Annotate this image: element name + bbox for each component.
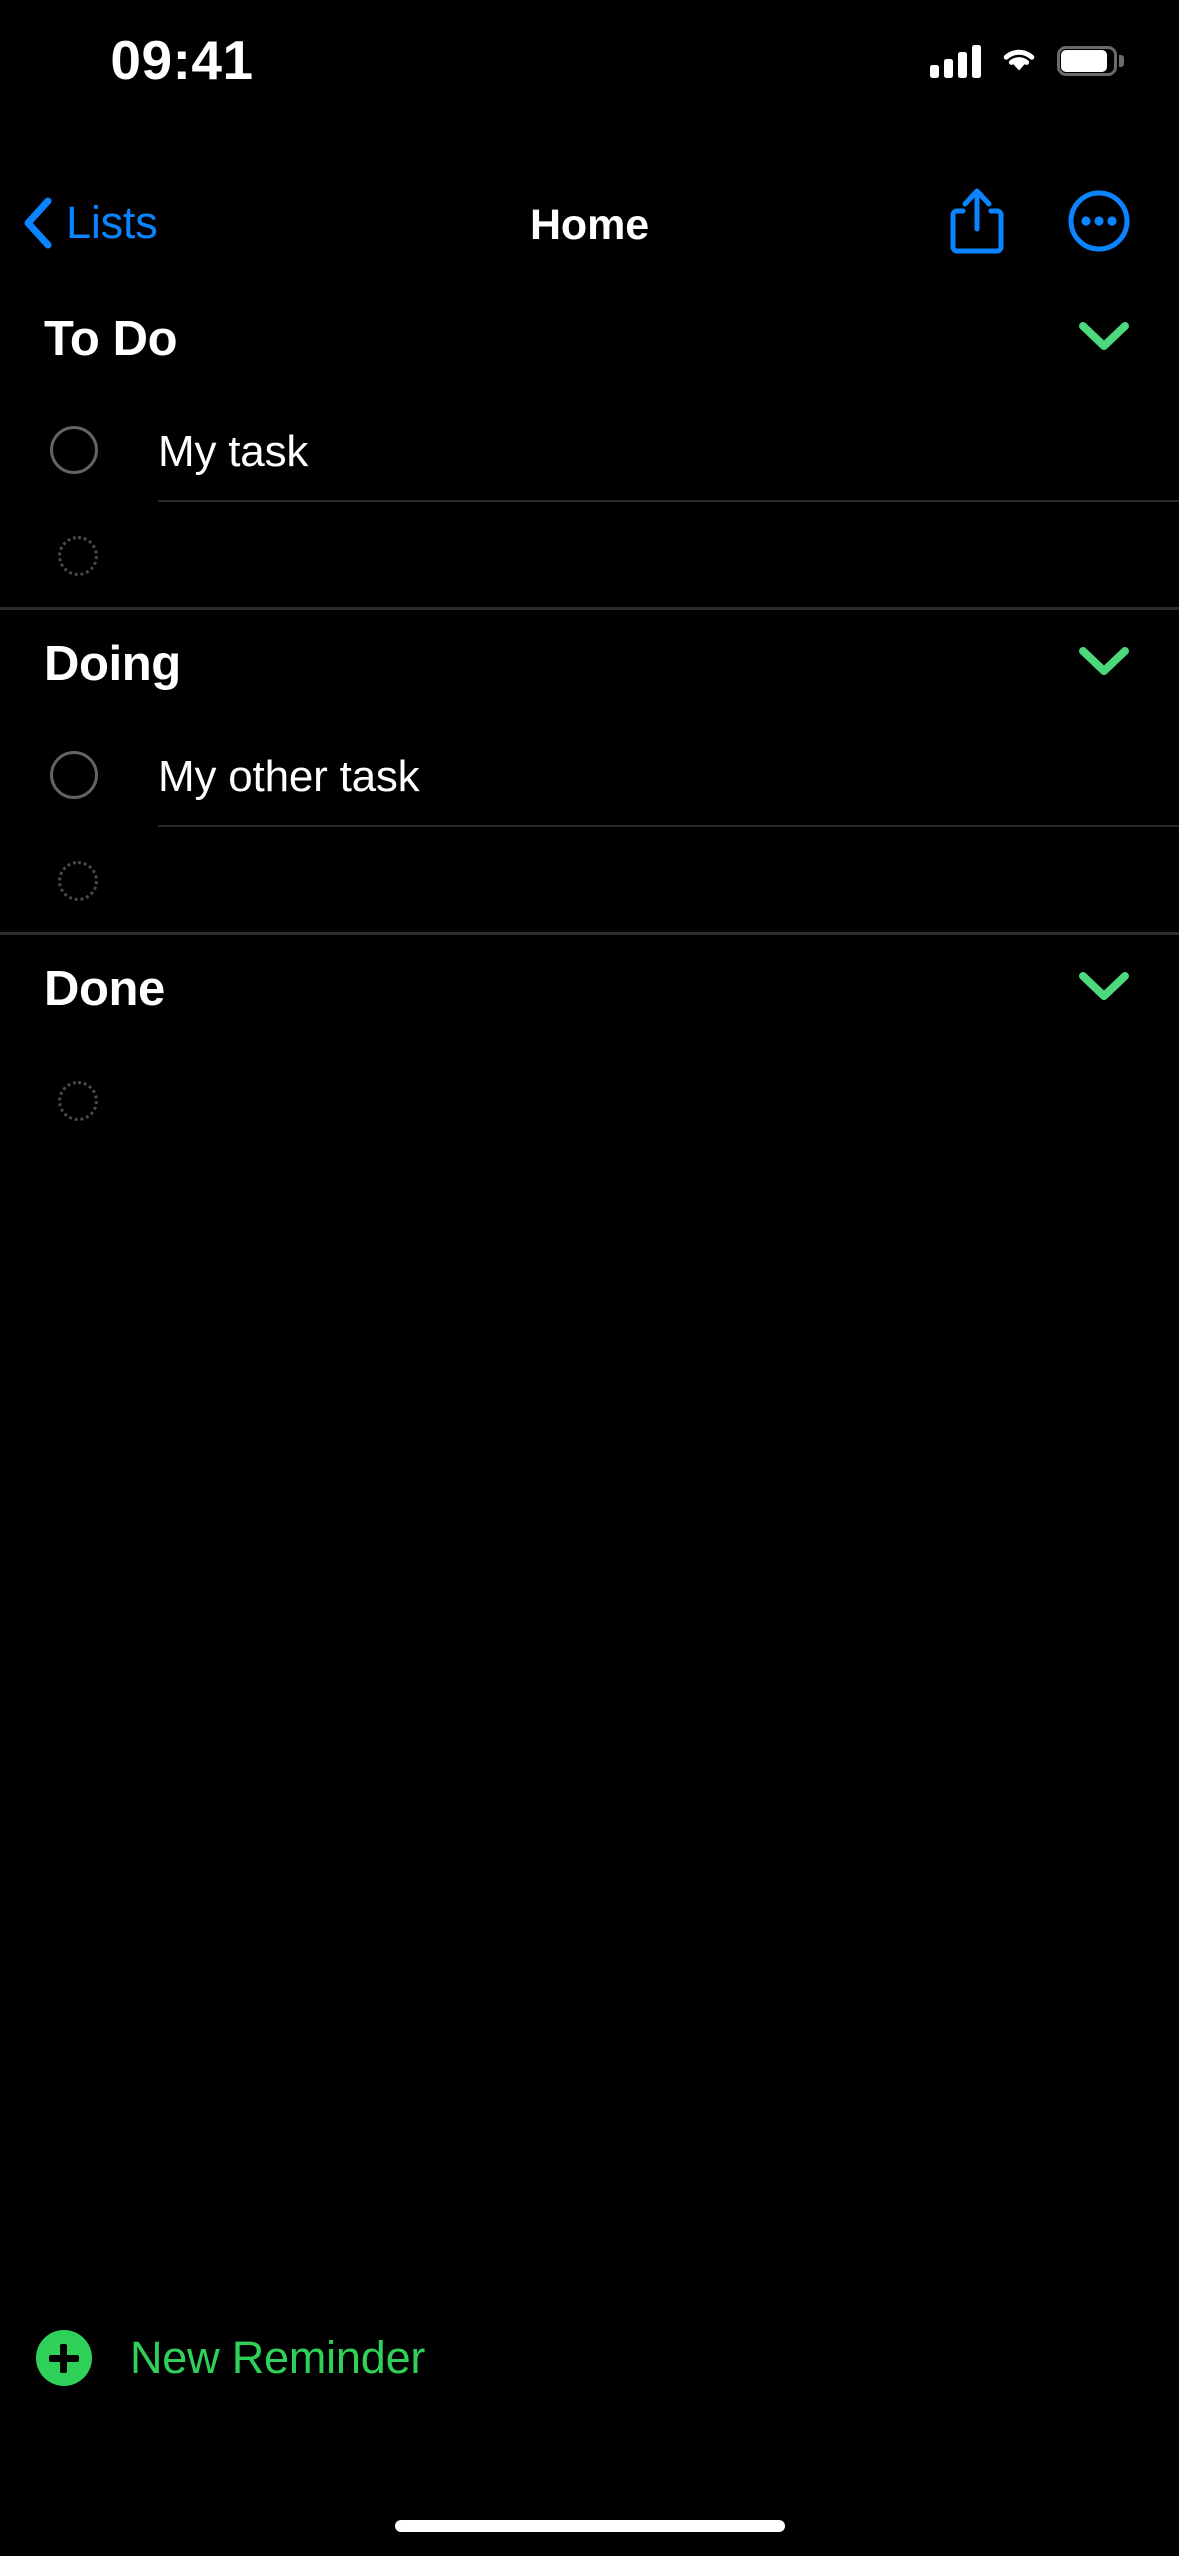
section-title: Doing <box>44 637 181 691</box>
new-reminder-placeholder-row[interactable] <box>0 827 1179 932</box>
plus-circle-icon <box>36 2330 92 2386</box>
home-indicator[interactable] <box>394 2520 785 2532</box>
battery-icon <box>1057 45 1124 76</box>
reminders-list: To Do My task Doing My other task Done <box>0 285 1179 1152</box>
new-reminder-button[interactable]: New Reminder <box>36 2330 425 2386</box>
status-bar: 09:41 <box>0 0 1179 140</box>
reminder-title: My other task <box>158 752 420 801</box>
reminder-title: My task <box>158 427 309 476</box>
section-doing: Doing My other task <box>0 610 1179 932</box>
cellular-signal-icon <box>930 44 981 78</box>
section-title: To Do <box>44 312 178 366</box>
section-done: Done <box>0 935 1179 1152</box>
nav-actions <box>949 187 1131 260</box>
navigation-bar: Lists Home <box>0 175 1179 285</box>
circle-outline-icon[interactable] <box>50 426 98 474</box>
status-bar-indicators <box>930 42 1124 79</box>
dotted-circle-icon[interactable] <box>58 536 98 576</box>
chevron-down-icon[interactable] <box>1077 644 1131 683</box>
wifi-icon <box>998 42 1040 79</box>
dotted-circle-icon[interactable] <box>58 861 98 901</box>
chevron-down-icon[interactable] <box>1077 319 1131 358</box>
circle-outline-icon[interactable] <box>50 751 98 799</box>
share-icon[interactable] <box>949 187 1005 260</box>
new-reminder-label: New Reminder <box>130 2332 426 2383</box>
reminder-row[interactable]: My task <box>0 397 1179 502</box>
section-header[interactable]: To Do <box>0 285 1179 397</box>
section-to-do: To Do My task <box>0 285 1179 607</box>
ellipsis-circle-icon[interactable] <box>1067 189 1131 258</box>
section-header[interactable]: Doing <box>0 610 1179 722</box>
new-reminder-placeholder-row[interactable] <box>0 502 1179 607</box>
new-reminder-placeholder-row[interactable] <box>0 1047 1179 1152</box>
reminder-row[interactable]: My other task <box>0 722 1179 827</box>
reminders-screen: 09:41 Lists Home To Do My task Doing My … <box>0 0 1179 2556</box>
status-bar-time: 09:41 <box>110 29 254 91</box>
dotted-circle-icon[interactable] <box>58 1081 98 1121</box>
section-header[interactable]: Done <box>0 935 1179 1047</box>
chevron-down-icon[interactable] <box>1077 969 1131 1008</box>
section-title: Done <box>44 962 165 1016</box>
